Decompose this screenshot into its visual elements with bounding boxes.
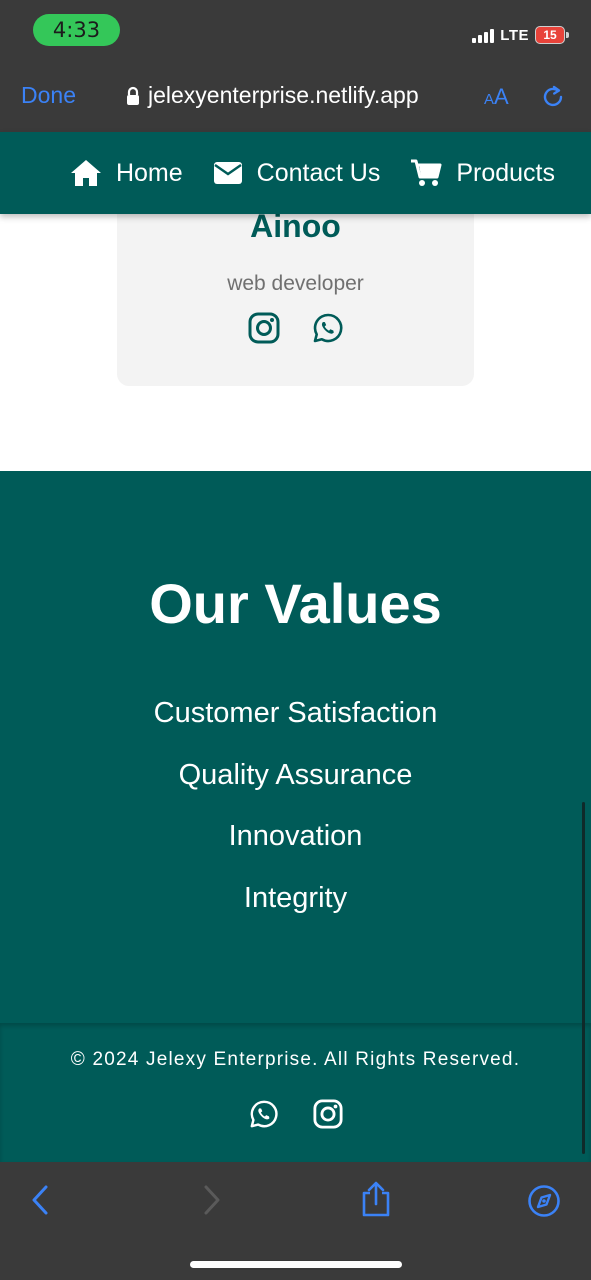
- battery-icon: 15: [535, 26, 569, 44]
- done-button[interactable]: Done: [21, 82, 76, 109]
- values-section: Our Values Customer Satisfaction Quality…: [0, 471, 591, 1023]
- whatsapp-icon[interactable]: [312, 312, 344, 344]
- battery-level: 15: [543, 28, 557, 42]
- network-label: LTE: [500, 26, 529, 44]
- team-member-role: web developer: [227, 272, 364, 295]
- value-item: Innovation: [228, 820, 363, 852]
- status-indicators: LTE 15: [472, 22, 569, 48]
- signal-icon: [472, 27, 495, 43]
- value-item: Integrity: [243, 881, 348, 914]
- browser-top-chrome: 4:33 LTE 15 Done jelexyenterprise.netlif…: [0, 0, 591, 132]
- status-time: 4:33: [33, 14, 120, 46]
- envelope-icon: [213, 161, 243, 185]
- copyright-text: © 2024 Jelexy Enterprise. All Rights Res…: [70, 1049, 521, 1070]
- nav-contact-label: Contact Us: [256, 158, 381, 187]
- nav-contact-link[interactable]: Contact Us: [213, 158, 381, 188]
- team-member-card: Ainoo web developer: [117, 190, 474, 386]
- nav-home-link[interactable]: Home: [70, 159, 183, 188]
- nav-products-link[interactable]: Products: [410, 158, 555, 188]
- share-icon[interactable]: [360, 1180, 392, 1218]
- footer-social-links: [0, 1099, 591, 1129]
- aa-large-letter: A: [494, 84, 509, 109]
- address-bar[interactable]: jelexyenterprise.netlify.app: [126, 82, 419, 109]
- whatsapp-icon[interactable]: [249, 1099, 279, 1129]
- back-icon[interactable]: [28, 1184, 54, 1216]
- site-footer: © 2024 Jelexy Enterprise. All Rights Res…: [0, 1023, 591, 1162]
- values-title: Our Values: [149, 572, 442, 635]
- forward-icon[interactable]: [198, 1184, 224, 1216]
- instagram-icon[interactable]: [312, 1099, 343, 1129]
- values-list: Customer Satisfaction Quality Assurance …: [0, 695, 591, 941]
- value-item: Customer Satisfaction: [153, 697, 438, 729]
- home-icon: [70, 159, 102, 187]
- nav-products-label: Products: [456, 158, 555, 187]
- value-item: Quality Assurance: [178, 758, 413, 791]
- reload-icon[interactable]: [540, 84, 566, 110]
- lock-icon: [126, 86, 140, 106]
- page-scrollbar[interactable]: [582, 802, 585, 1154]
- url-text: jelexyenterprise.netlify.app: [148, 82, 419, 108]
- cart-icon: [410, 158, 442, 188]
- team-member-social-links: [117, 312, 474, 344]
- site-navbar: Home Contact Us Products: [0, 132, 591, 214]
- home-indicator[interactable]: [190, 1261, 402, 1268]
- reader-options-button[interactable]: AA: [484, 84, 509, 110]
- instagram-icon[interactable]: [248, 312, 280, 344]
- aa-small-letter: A: [484, 91, 495, 108]
- compass-icon[interactable]: [527, 1184, 561, 1218]
- nav-home-label: Home: [115, 158, 183, 187]
